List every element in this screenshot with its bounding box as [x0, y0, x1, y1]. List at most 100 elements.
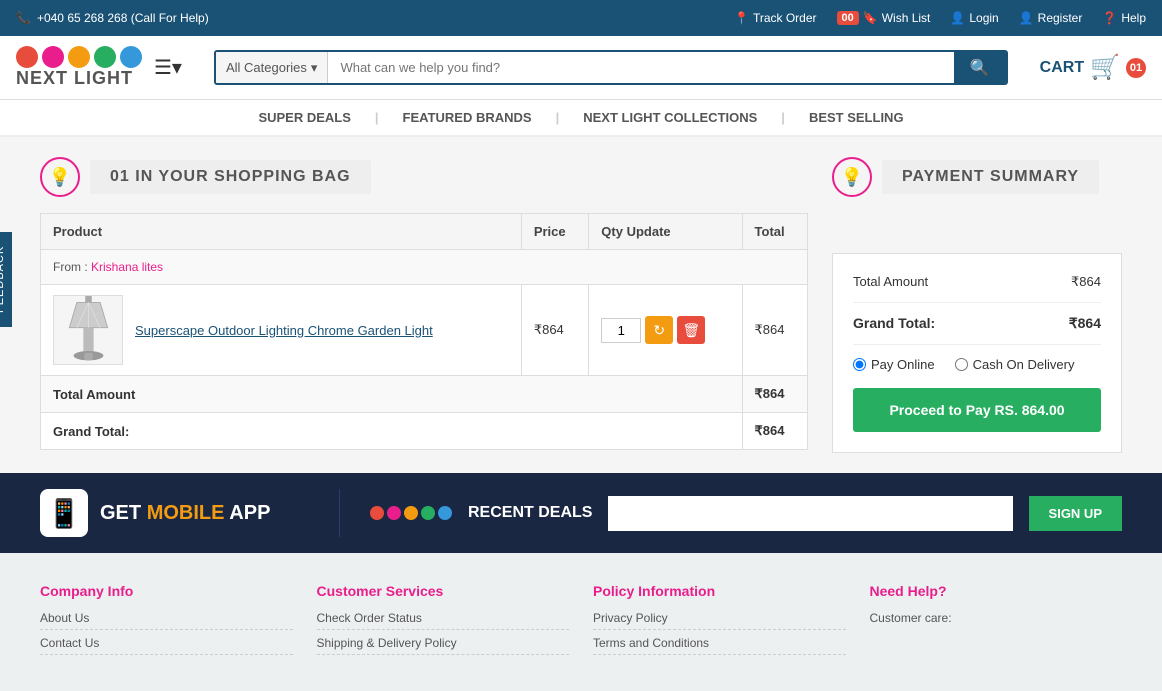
footer-privacy[interactable]: Privacy Policy — [593, 611, 846, 630]
nav-featured-brands[interactable]: FEATURED BRANDS — [403, 110, 532, 125]
pay-online-option[interactable]: Pay Online — [853, 357, 935, 372]
menu-icon[interactable]: ☰▾ — [154, 55, 182, 80]
total-amount-value: ₹864 — [742, 376, 807, 413]
phone-icon: 📞 — [16, 11, 31, 25]
product-price-cell: ₹864 — [521, 285, 588, 376]
seller-info: From : Krishana lites — [41, 250, 808, 285]
search-bar: All Categories ▾ 🔍 — [214, 50, 1008, 85]
mini-circle-green — [421, 506, 435, 520]
footer-policy-title: Policy Information — [593, 583, 846, 599]
nav-collections[interactable]: NEXT LIGHT COLLECTIONS — [583, 110, 757, 125]
footer-company-title: Company Info — [40, 583, 293, 599]
cart-label: CART — [1040, 59, 1084, 77]
main-content: 💡 01 IN YOUR SHOPPING BAG Product Price … — [0, 137, 1162, 473]
product-total-cell: ₹864 — [742, 285, 807, 376]
qty-refresh-button[interactable]: ↻ — [645, 316, 673, 344]
footer-terms[interactable]: Terms and Conditions — [593, 636, 846, 655]
seller-row: From : Krishana lites — [41, 250, 808, 285]
grand-total-row: Grand Total: ₹864 — [41, 413, 808, 450]
payment-grand-label: Grand Total: — [853, 315, 935, 332]
logo-circle-green — [94, 46, 116, 68]
seller-link[interactable]: Krishana lites — [91, 260, 163, 274]
payment-total-label: Total Amount — [853, 274, 928, 290]
help-icon: ❓ — [1102, 11, 1117, 25]
cart-area[interactable]: CART 🛒 01 — [1040, 53, 1146, 82]
payment-section: 💡 PAYMENT SUMMARY Total Amount ₹864 Gran… — [832, 157, 1122, 453]
search-input[interactable] — [328, 52, 953, 83]
payment-total-value: ₹864 — [1071, 274, 1101, 290]
pay-online-radio[interactable] — [853, 358, 866, 371]
recent-deals-label: RECENT DEALS — [468, 504, 592, 522]
mini-circle-blue — [438, 506, 452, 520]
payment-box: Total Amount ₹864 Grand Total: ₹864 Pay … — [832, 253, 1122, 453]
feedback-tab[interactable]: FEEDBACK — [0, 231, 12, 326]
grand-total-value: ₹864 — [742, 413, 807, 450]
mobile-app-icon: 📱 — [40, 489, 88, 537]
search-category-dropdown[interactable]: All Categories ▾ — [216, 52, 328, 83]
mini-circle-orange — [404, 506, 418, 520]
payment-divider — [853, 302, 1101, 303]
phone-app-icon: 📱 — [47, 497, 82, 530]
payment-grand-row: Grand Total: ₹864 — [853, 315, 1101, 332]
login-link[interactable]: 👤 Login — [950, 11, 998, 25]
proceed-to-pay-button[interactable]: Proceed to Pay RS. 864.00 — [853, 388, 1101, 432]
col-total: Total — [742, 214, 807, 250]
logo-circle-red — [16, 46, 38, 68]
mini-circle-red — [370, 506, 384, 520]
col-price: Price — [521, 214, 588, 250]
footer-shipping[interactable]: Shipping & Delivery Policy — [317, 636, 570, 655]
cash-delivery-option[interactable]: Cash On Delivery — [955, 357, 1075, 372]
help-link[interactable]: ❓ Help — [1102, 11, 1146, 25]
email-signup-input[interactable] — [608, 496, 1012, 531]
footer-contact-us[interactable]: Contact Us — [40, 636, 293, 655]
footer-cta: 📱 GET MOBILE APP RECENT DEALS SIGN UP — [0, 473, 1162, 553]
logo-text: NEXT LIGHT — [16, 68, 142, 89]
product-cell: Superscape Outdoor Lighting Chrome Garde… — [41, 285, 521, 375]
product-image — [53, 295, 123, 365]
register-link[interactable]: 👤 Register — [1019, 11, 1083, 25]
nav-bar: SUPER DEALS | FEATURED BRANDS | NEXT LIG… — [0, 100, 1162, 137]
bag-title: 01 IN YOUR SHOPPING BAG — [90, 160, 371, 194]
product-name-link[interactable]: Superscape Outdoor Lighting Chrome Garde… — [135, 323, 433, 338]
cash-delivery-radio[interactable] — [955, 358, 968, 371]
qty-input[interactable] — [601, 318, 641, 343]
mobile-app-section: 📱 GET MOBILE APP — [40, 489, 340, 537]
qty-controls: ↻ 🗑 — [601, 316, 729, 344]
logo-circle-orange — [68, 46, 90, 68]
payment-icon: 💡 — [832, 157, 872, 197]
nav-best-selling[interactable]: BEST SELLING — [809, 110, 904, 125]
payment-title-area: 💡 PAYMENT SUMMARY — [832, 157, 1122, 197]
wish-count-badge: 00 — [837, 11, 859, 25]
phone-number: +040 65 268 268 (Call For Help) — [37, 11, 209, 25]
total-amount-label: Total Amount — [41, 376, 743, 413]
wishlist-icon: 🔖 — [863, 11, 878, 25]
lamp-svg — [61, 295, 116, 365]
footer-customer-care: Customer care: — [870, 611, 1123, 625]
footer: Company Info About Us Contact Us Custome… — [0, 553, 1162, 691]
logo-circles — [16, 46, 142, 68]
footer-check-order[interactable]: Check Order Status — [317, 611, 570, 630]
qty-delete-button[interactable]: 🗑 — [677, 316, 705, 344]
top-bar-phone: 📞 +040 65 268 268 (Call For Help) — [16, 11, 209, 25]
track-order-link[interactable]: 📍 Track Order — [734, 11, 817, 25]
col-qty: Qty Update — [589, 214, 742, 250]
bag-title-area: 💡 01 IN YOUR SHOPPING BAG — [40, 157, 808, 197]
footer-customer: Customer Services Check Order Status Shi… — [317, 583, 570, 661]
footer-company: Company Info About Us Contact Us — [40, 583, 293, 661]
wish-list-link[interactable]: 00 🔖 Wish List — [837, 11, 931, 25]
logo-circle-pink — [42, 46, 64, 68]
table-row: Superscape Outdoor Lighting Chrome Garde… — [41, 285, 808, 376]
login-icon: 👤 — [950, 11, 965, 25]
nav-super-deals[interactable]: SUPER DEALS — [258, 110, 350, 125]
logo[interactable]: NEXT LIGHT ☰▾ — [16, 46, 182, 89]
search-button[interactable]: 🔍 — [954, 52, 1006, 83]
payment-divider2 — [853, 344, 1101, 345]
recent-deals-section: RECENT DEALS SIGN UP — [340, 496, 1122, 531]
signup-button[interactable]: SIGN UP — [1029, 496, 1122, 531]
grand-total-label: Grand Total: — [41, 413, 743, 450]
shopping-bag-section: 💡 01 IN YOUR SHOPPING BAG Product Price … — [40, 157, 808, 453]
footer-about-us[interactable]: About Us — [40, 611, 293, 630]
cart-icon: 🛒 — [1090, 53, 1120, 82]
total-amount-row: Total Amount ₹864 — [41, 376, 808, 413]
footer-mini-logo — [370, 506, 452, 520]
